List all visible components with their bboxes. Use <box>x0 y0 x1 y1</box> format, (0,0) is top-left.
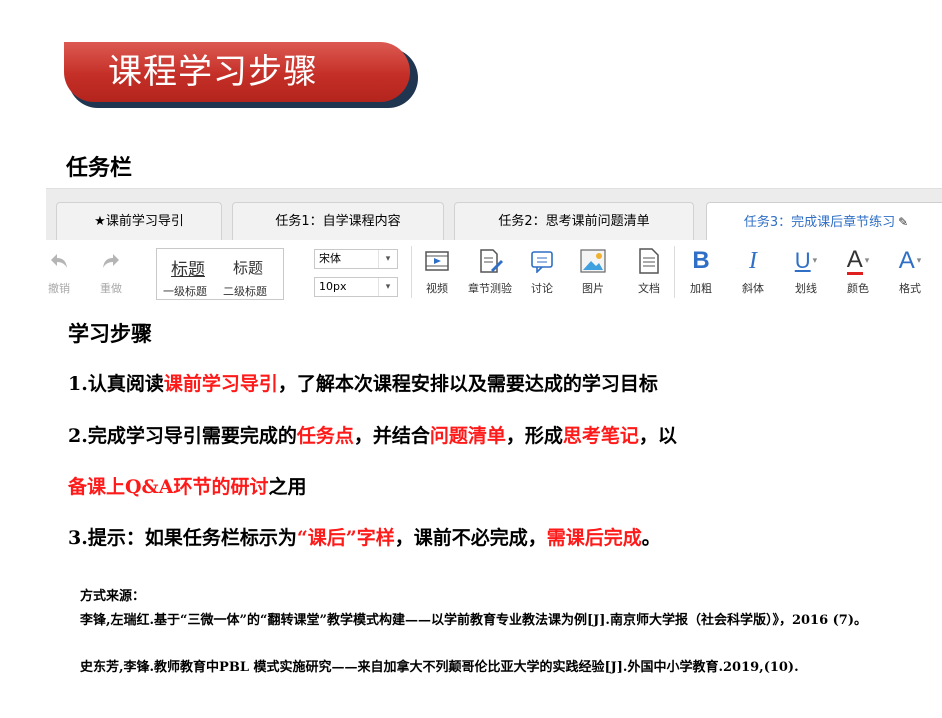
format-icon: A ▾ <box>898 247 922 274</box>
highlight-text: 思考笔记 <box>562 425 639 447</box>
discussion-button[interactable]: 讨论 <box>524 246 560 296</box>
task-tab-bar: ★课前学习导引 任务1：自学课程内容 任务2：思考课前问题清单 任务3：完成课后… <box>46 188 942 242</box>
image-button[interactable]: 图片 <box>576 246 610 296</box>
document-icon <box>632 246 666 276</box>
undo-label: 撤销 <box>48 282 70 295</box>
text-segment: ，课前不必完成， <box>394 527 547 549</box>
banner-title: 课程学习步骤 <box>64 42 410 102</box>
text-segment: ，形成 <box>505 425 563 447</box>
tab-label: 任务3：完成课后章节练习 <box>743 215 896 230</box>
editor-toolbar: 撤销 重做 标题 标题 一级标题 二级标题 宋体 ▾ 10px ▾ 视频 章节测… <box>46 240 942 306</box>
text-segment: ，以 <box>638 425 677 447</box>
underline-label: 划线 <box>795 282 817 295</box>
discussion-icon <box>524 246 560 276</box>
discussion-label: 讨论 <box>531 282 553 295</box>
sources-title: 方式来源： <box>80 589 146 604</box>
heading-2-label: 二级标题 <box>223 285 267 298</box>
highlight-text: 需课后完成 <box>546 527 642 549</box>
heading-style-picker[interactable]: 标题 标题 一级标题 二级标题 <box>156 248 284 300</box>
italic-icon: I <box>749 247 757 274</box>
text-segment: 3.提示：如果任务栏标示为 <box>68 527 297 549</box>
chevron-down-icon: ▾ <box>378 250 397 268</box>
bold-icon: B <box>692 247 710 274</box>
text-segment: ，了解本次课程安排以及需要达成的学习目标 <box>277 373 658 395</box>
font-color-icon: A ▾ <box>846 245 870 275</box>
pencil-icon[interactable]: ✎ <box>898 203 908 241</box>
tab-label: 任务2：思考课前问题清单 <box>498 214 650 229</box>
toolbar-divider <box>411 246 412 298</box>
highlight-text: 问题清单 <box>429 425 506 447</box>
font-family-value: 宋体 <box>319 252 341 265</box>
title-banner: 课程学习步骤 <box>64 42 419 108</box>
highlight-text: “课后”字样 <box>296 527 395 549</box>
bold-button[interactable]: B 加粗 <box>684 246 718 296</box>
tab-label: ★课前学习导引 <box>94 214 184 229</box>
chevron-down-icon: ▾ <box>378 278 397 296</box>
image-label: 图片 <box>582 282 604 295</box>
underline-button[interactable]: U ▾ 划线 <box>788 246 824 296</box>
image-icon <box>576 246 610 276</box>
heading-2-sample[interactable]: 标题 <box>233 257 263 278</box>
highlight-text: 课前学习导引 <box>163 373 278 395</box>
tab-pre-class-guide[interactable]: ★课前学习导引 <box>56 202 222 240</box>
font-size-select[interactable]: 10px ▾ <box>314 277 398 297</box>
tab-task-2[interactable]: 任务2：思考课前问题清单 <box>454 202 694 240</box>
format-label: 格式 <box>899 282 921 295</box>
video-icon <box>420 246 454 276</box>
text-segment: 。 <box>641 527 661 549</box>
chapter-test-label: 章节测验 <box>468 282 512 295</box>
steps-heading: 学习步骤 <box>68 322 152 346</box>
text-segment: 之用 <box>268 476 307 498</box>
reference-2: 史东芳,李锋.教师教育中PBL 模式实施研究——来自加拿大不列颠哥伦比亚大学的实… <box>80 660 799 675</box>
font-size-value: 10px <box>319 280 347 293</box>
undo-icon <box>46 246 72 276</box>
heading-1-sample[interactable]: 标题 <box>171 255 205 280</box>
document-button[interactable]: 文档 <box>632 246 666 296</box>
tab-task-3[interactable]: 任务3：完成课后章节练习 ✎ <box>706 202 942 242</box>
color-button[interactable]: A ▾ 颜色 <box>840 246 876 296</box>
tab-label: 任务1：自学课程内容 <box>275 214 401 229</box>
toolbar-divider <box>674 246 675 298</box>
chapter-test-icon <box>462 246 518 276</box>
font-family-select[interactable]: 宋体 ▾ <box>314 249 398 269</box>
video-label: 视频 <box>426 282 448 295</box>
redo-icon <box>96 246 126 276</box>
color-label: 颜色 <box>847 282 869 295</box>
undo-button[interactable]: 撤销 <box>46 246 72 296</box>
format-button[interactable]: A ▾ 格式 <box>892 246 928 296</box>
redo-label: 重做 <box>100 282 122 295</box>
step-2-continued-text: 备课上Q&A环节的研讨之用 <box>68 472 306 499</box>
text-segment: ，并结合 <box>353 425 430 447</box>
tab-task-1[interactable]: 任务1：自学课程内容 <box>232 202 444 240</box>
italic-label: 斜体 <box>742 282 764 295</box>
underline-icon: U ▾ <box>794 248 818 273</box>
highlight-text: 备课上Q&A环节的研讨 <box>68 476 269 498</box>
highlight-text: 任务点 <box>296 425 354 447</box>
bold-label: 加粗 <box>690 282 712 295</box>
document-label: 文档 <box>638 282 660 295</box>
chevron-down-icon: ▾ <box>864 256 870 266</box>
redo-button[interactable]: 重做 <box>96 246 126 296</box>
italic-button[interactable]: I 斜体 <box>736 246 770 296</box>
chevron-down-icon: ▾ <box>916 256 922 266</box>
video-button[interactable]: 视频 <box>420 246 454 296</box>
step-3-text: 3.提示：如果任务栏标示为“课后”字样，课前不必完成，需课后完成。 <box>68 523 661 550</box>
step-1-text: 1.认真阅读课前学习导引，了解本次课程安排以及需要达成的学习目标 <box>68 369 658 396</box>
step-2-text: 2.完成学习导引需要完成的任务点，并结合问题清单，形成思考笔记，以 <box>68 421 677 448</box>
chapter-test-button[interactable]: 章节测验 <box>462 246 518 296</box>
reference-1: 李锋,左瑞红.基于“三微一体”的“翻转课堂”教学模式构建——以学前教育专业教法课… <box>80 613 867 628</box>
text-segment: 2.完成学习导引需要完成的 <box>68 425 297 447</box>
text-segment: 1.认真阅读 <box>68 373 164 395</box>
section-title: 任务栏 <box>66 156 133 181</box>
chevron-down-icon: ▾ <box>812 256 818 266</box>
heading-1-label: 一级标题 <box>163 285 207 298</box>
